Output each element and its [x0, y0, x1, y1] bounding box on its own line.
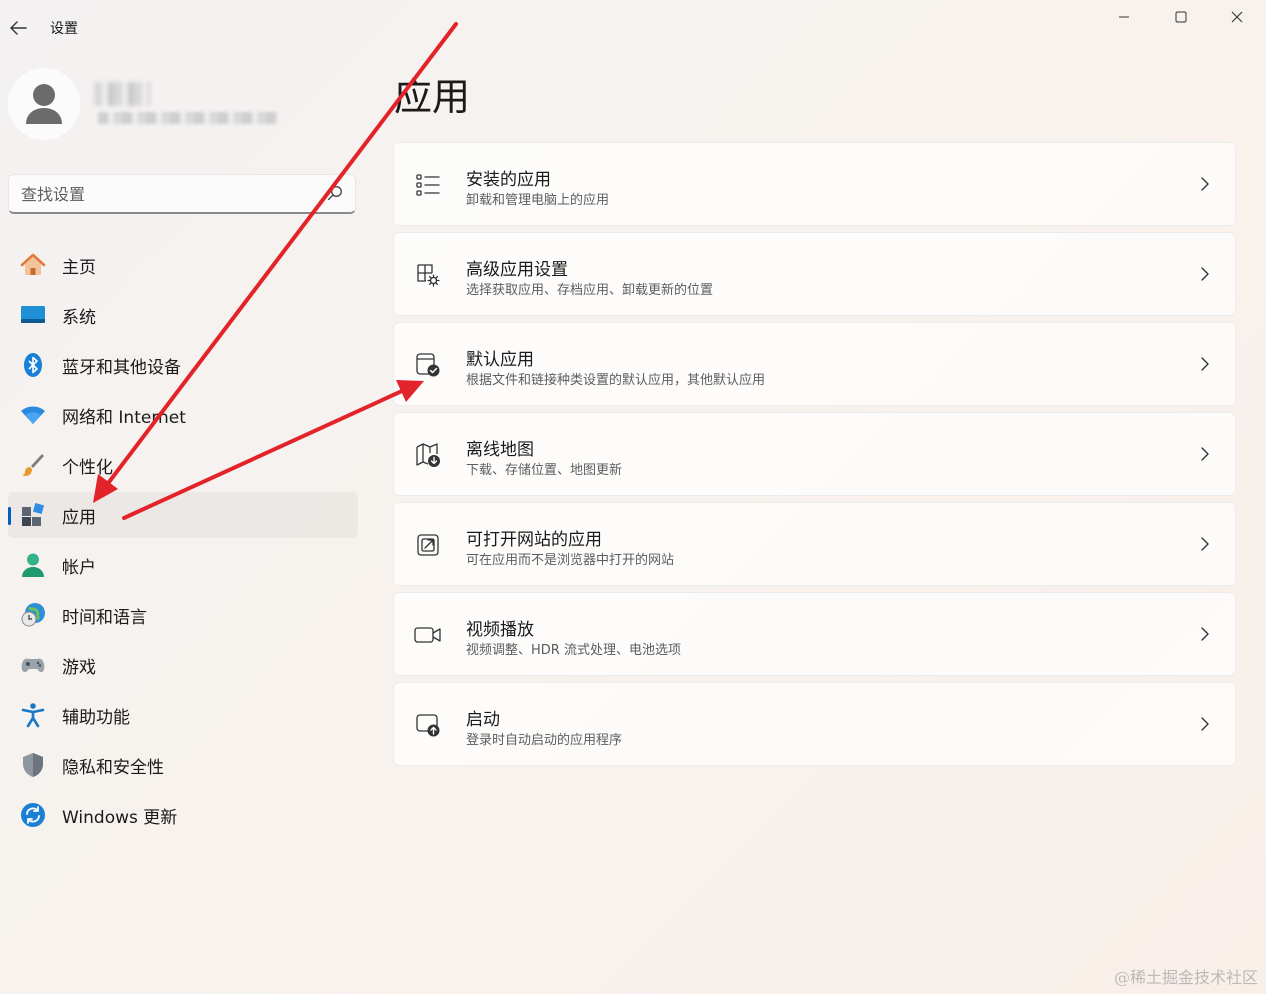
sidebar-nav: 主页 系统 蓝牙和其他设备 网络和 Internet 个性化 应用 帐户 时间和… [8, 242, 358, 842]
close-button[interactable] [1214, 4, 1260, 30]
card-title: 可打开网站的应用 [466, 530, 602, 550]
wifi-icon [20, 402, 46, 428]
sidebar-item-apps[interactable]: 应用 [8, 492, 358, 538]
chevron-right-icon [1201, 357, 1209, 371]
brush-icon [20, 452, 46, 478]
back-arrow-icon [10, 21, 27, 35]
sidebar-item-label: 帐户 [62, 557, 96, 578]
close-icon [1231, 11, 1243, 23]
card-installed-apps[interactable]: 安装的应用 卸载和管理电脑上的应用 [393, 142, 1236, 226]
gamepad-icon [20, 652, 46, 678]
chevron-right-icon [1201, 717, 1209, 731]
list-icon [414, 171, 442, 199]
card-startup[interactable]: 启动 登录时自动启动的应用程序 [393, 682, 1236, 766]
video-icon [414, 621, 442, 649]
card-title: 默认应用 [466, 350, 534, 370]
sidebar-item-privacy[interactable]: 隐私和安全性 [8, 742, 358, 788]
title-bar: 设置 [0, 0, 1266, 52]
sidebar-item-network[interactable]: 网络和 Internet [8, 392, 358, 438]
sidebar-item-label: 游戏 [62, 657, 96, 678]
sidebar-item-accessibility[interactable]: 辅助功能 [8, 692, 358, 738]
bluetooth-icon [20, 352, 46, 378]
card-title: 高级应用设置 [466, 260, 568, 280]
minimize-button[interactable] [1101, 4, 1147, 30]
card-apps-for-websites[interactable]: 可打开网站的应用 可在应用而不是浏览器中打开的网站 [393, 502, 1236, 586]
sidebar-item-gaming[interactable]: 游戏 [8, 642, 358, 688]
search-icon[interactable] [327, 185, 343, 201]
chevron-right-icon [1201, 447, 1209, 461]
system-icon [20, 302, 46, 328]
card-video-playback[interactable]: 视频播放 视频调整、HDR 流式处理、电池选项 [393, 592, 1236, 676]
maximize-button[interactable] [1158, 4, 1204, 30]
update-icon [20, 802, 46, 828]
card-title: 启动 [466, 710, 500, 730]
back-button[interactable] [6, 16, 30, 40]
user-profile[interactable] [8, 68, 358, 144]
page-title: 应用 [394, 75, 471, 119]
home-icon [20, 252, 46, 278]
apps-icon [20, 502, 46, 528]
sidebar-item-label: 系统 [62, 307, 96, 328]
card-description: 下载、存储位置、地图更新 [466, 463, 623, 478]
minimize-icon [1119, 16, 1129, 18]
default-app-icon [414, 351, 442, 379]
card-description: 登录时自动启动的应用程序 [466, 733, 623, 748]
sidebar-item-windows-update[interactable]: Windows 更新 [8, 792, 358, 838]
shield-icon [20, 752, 46, 778]
sidebar-item-label: 网络和 Internet [62, 407, 186, 428]
user-name-redacted [94, 82, 150, 106]
clock-globe-icon [20, 602, 46, 628]
sidebar-item-time-language[interactable]: 时间和语言 [8, 592, 358, 638]
sidebar-item-label: 辅助功能 [62, 707, 130, 728]
sidebar-item-label: 个性化 [62, 457, 113, 478]
card-default-apps[interactable]: 默认应用 根据文件和链接种类设置的默认应用，其他默认应用 [393, 322, 1236, 406]
watermark: @稀土掘金技术社区 [1113, 968, 1258, 987]
open-link-icon [414, 531, 442, 559]
sidebar-item-accounts[interactable]: 帐户 [8, 542, 358, 588]
avatar[interactable] [8, 68, 80, 140]
startup-icon [414, 711, 442, 739]
card-description: 视频调整、HDR 流式处理、电池选项 [466, 643, 681, 658]
card-description: 卸载和管理电脑上的应用 [466, 193, 610, 208]
card-description: 选择获取应用、存档应用、卸载更新的位置 [466, 283, 714, 298]
app-settings-icon [414, 261, 442, 289]
sidebar-item-label: 主页 [62, 257, 96, 278]
person-icon [26, 84, 62, 124]
chevron-right-icon [1201, 177, 1209, 191]
sidebar-item-label: Windows 更新 [62, 807, 178, 828]
chevron-right-icon [1201, 267, 1209, 281]
account-icon [20, 552, 46, 578]
maximize-icon [1175, 11, 1187, 23]
search-input[interactable] [9, 175, 323, 213]
card-title: 离线地图 [466, 440, 534, 460]
settings-card-list: 安装的应用 卸载和管理电脑上的应用 高级应用设置 选择获取应用、存档应用、卸载更… [393, 142, 1236, 772]
card-offline-maps[interactable]: 离线地图 下载、存储位置、地图更新 [393, 412, 1236, 496]
search-box[interactable] [8, 174, 356, 214]
sidebar-item-label: 蓝牙和其他设备 [62, 357, 181, 378]
sidebar-item-personalization[interactable]: 个性化 [8, 442, 358, 488]
sidebar-item-system[interactable]: 系统 [8, 292, 358, 338]
chevron-right-icon [1201, 627, 1209, 641]
sidebar-item-home[interactable]: 主页 [8, 242, 358, 288]
sidebar-item-bluetooth[interactable]: 蓝牙和其他设备 [8, 342, 358, 388]
card-advanced-app-settings[interactable]: 高级应用设置 选择获取应用、存档应用、卸载更新的位置 [393, 232, 1236, 316]
window-title: 设置 [50, 21, 78, 37]
sidebar-item-label: 隐私和安全性 [62, 757, 164, 778]
chevron-right-icon [1201, 537, 1209, 551]
sidebar-item-label: 时间和语言 [62, 607, 147, 628]
accessibility-icon [20, 702, 46, 728]
card-title: 安装的应用 [466, 170, 551, 190]
map-icon [414, 441, 442, 469]
sidebar-item-label: 应用 [62, 507, 96, 528]
user-email-redacted [98, 112, 278, 124]
card-description: 根据文件和链接种类设置的默认应用，其他默认应用 [466, 373, 766, 388]
card-description: 可在应用而不是浏览器中打开的网站 [466, 553, 675, 568]
card-title: 视频播放 [466, 620, 534, 640]
